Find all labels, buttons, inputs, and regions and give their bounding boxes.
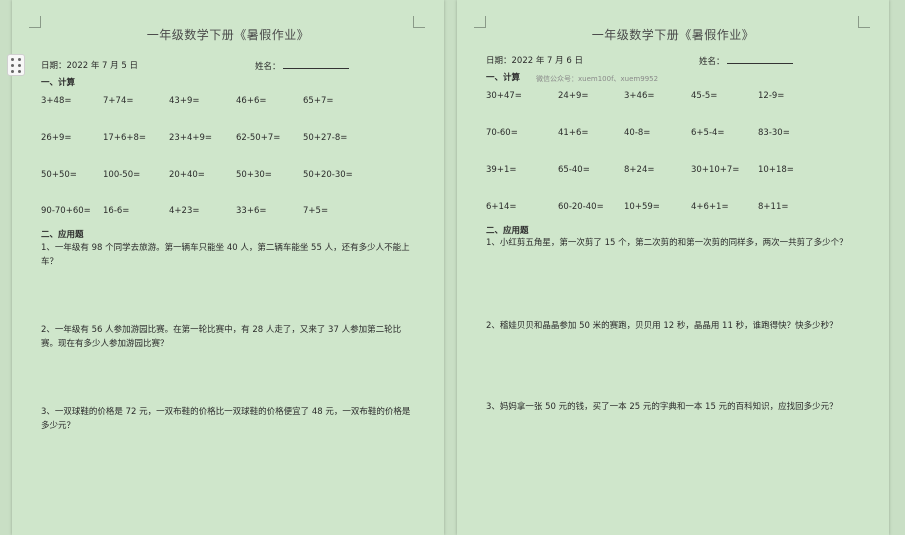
calc-item: 4+23= [169,206,200,216]
calc-item: 46+6= [236,96,267,106]
calc-item: 7+74= [103,96,134,106]
calc-item: 62-50+7= [236,133,281,143]
calc-item: 16-6= [103,206,130,216]
calc-item: 10+18= [758,165,794,175]
calc-item: 30+47= [486,91,522,101]
date-field: 日期：2022 年 7 月 6 日 [486,56,583,66]
calc-item: 23+4+9= [169,133,212,143]
calc-item: 3+46= [624,91,655,101]
watermark-text: 微信公众号：xuem100f、xuem9952 [536,75,659,83]
page-title: 一年级数学下册《暑假作业》 [146,28,310,42]
calc-item: 17+6+8= [103,133,146,143]
calc-item: 65-40= [558,165,590,175]
calc-item: 60-20-40= [558,202,604,212]
calc-item: 8+11= [758,202,789,212]
calc-item: 12-9= [758,91,785,101]
calc-item: 50+30= [236,170,272,180]
calc-item: 7+5= [303,206,329,216]
calc-item: 4+6+1= [691,202,729,212]
calc-item: 65+7= [303,96,334,106]
name-blank-line [282,60,349,69]
section-calc-heading: 一、计算 [41,78,76,88]
name-blank-line [726,55,793,64]
calc-item: 30+10+7= [691,165,740,175]
calc-item: 50+27-8= [303,133,348,143]
name-field: 姓名： [255,60,349,74]
calc-item: 83-30= [758,128,790,138]
calc-item: 45-5= [691,91,718,101]
page-title: 一年级数学下册《暑假作业》 [591,28,755,42]
calc-item: 8+24= [624,165,655,175]
word-problem: 1、一年级有 98 个同学去旅游。第一辆车只能坐 40 人，第二辆车能坐 55 … [41,243,410,267]
section-calc-heading: 一、计算 [486,73,521,83]
document-page-right: 一年级数学下册《暑假作业》 日期：2022 年 7 月 6 日 姓名： 一、计算… [457,0,889,535]
calc-item: 24+9= [558,91,589,101]
word-problem: 1、小红剪五角星，第一次剪了 15 个，第二次剪的和第一次剪的同样多，两次一共剪… [486,238,848,248]
calc-item: 90-70+60= [41,206,91,216]
name-label: 姓名： [255,62,281,72]
calc-item: 20+40= [169,170,205,180]
word-problem: 3、妈妈拿一张 50 元的钱，买了一本 25 元的字典和一本 15 元的百科知识… [486,402,838,412]
drag-handle-icon[interactable] [7,54,25,76]
document-page-left: 一年级数学下册《暑假作业》 日期：2022 年 7 月 5 日 姓名： 一、计算… [12,0,444,535]
calc-item: 70-60= [486,128,518,138]
calc-item: 41+6= [558,128,589,138]
calc-item: 10+59= [624,202,660,212]
calc-item: 50+20-30= [303,170,353,180]
calc-item: 3+48= [41,96,72,106]
calc-item: 33+6= [236,206,267,216]
calc-item: 100-50= [103,170,141,180]
name-field: 姓名： [699,55,793,69]
calc-item: 50+50= [41,170,77,180]
calc-item: 43+9= [169,96,200,106]
word-problem: 2、一年级有 56 人参加游园比赛。在第一轮比赛中，有 28 人走了，又来了 3… [41,325,402,349]
calc-item: 26+9= [41,133,72,143]
calc-item: 39+1= [486,165,517,175]
word-problem: 2、稽娃贝贝和晶晶参加 50 米的赛跑，贝贝用 12 秒，晶晶用 11 秒，谁跑… [486,321,838,331]
calc-item: 6+5-4= [691,128,725,138]
calc-item: 6+14= [486,202,517,212]
calc-item: 40-8= [624,128,651,138]
date-field: 日期：2022 年 7 月 5 日 [41,61,138,71]
word-problem: 3、一双球鞋的价格是 72 元，一双布鞋的价格比一双球鞋的价格便宜了 48 元，… [41,407,411,431]
name-label: 姓名： [699,57,725,67]
